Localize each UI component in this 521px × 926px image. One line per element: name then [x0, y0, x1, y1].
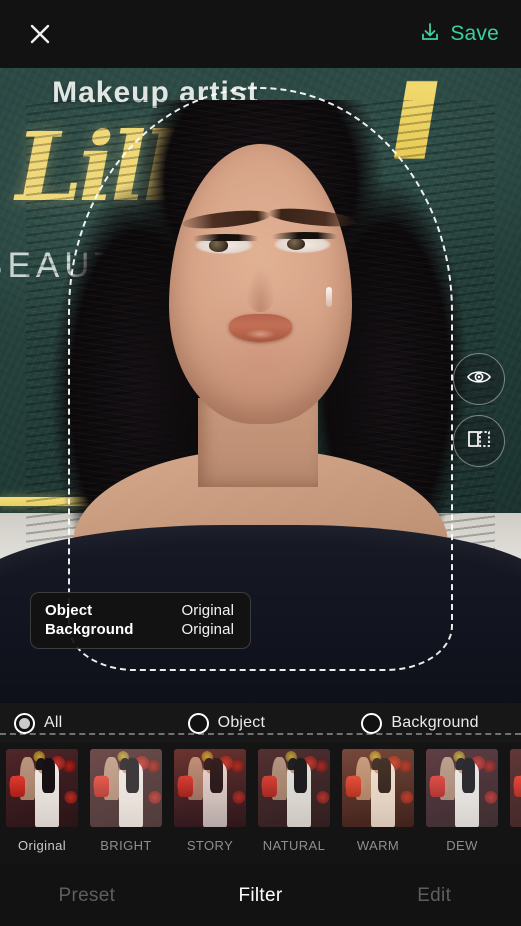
- filter-thumbnail[interactable]: [6, 749, 78, 827]
- info-value-object: Original: [181, 602, 235, 619]
- tab-preset[interactable]: Preset: [0, 885, 174, 907]
- subject-earring: [325, 287, 332, 308]
- photo-canvas[interactable]: Makeup artist Lilly BEAUTY: [0, 68, 521, 703]
- photo-filter-editor: Save Makeup artist Lilly BEAUTY: [0, 0, 521, 926]
- filter-thumbnail[interactable]: [510, 749, 521, 827]
- info-key-object: Object: [45, 602, 93, 619]
- filter-thumbnail[interactable]: [174, 749, 246, 827]
- subject-eyelash-right: [271, 232, 338, 240]
- filter-item-original[interactable]: Original: [0, 749, 84, 853]
- filter-label: Original: [18, 838, 66, 853]
- tab-filter[interactable]: Filter: [174, 885, 348, 907]
- filter-thumbnail[interactable]: [426, 749, 498, 827]
- save-label: Save: [450, 22, 499, 45]
- scope-option-all[interactable]: All: [0, 712, 174, 734]
- filter-thumbnail[interactable]: [342, 749, 414, 827]
- filter-label: WARM: [356, 838, 400, 853]
- filter-thumbnail[interactable]: [90, 749, 162, 827]
- save-button[interactable]: Save: [417, 17, 501, 52]
- filter-label: STORY: [186, 838, 234, 853]
- subject-iris-left: [209, 239, 229, 252]
- filter-item-natural[interactable]: NATURAL: [252, 749, 336, 853]
- filter-label: NATURAL: [262, 838, 326, 853]
- filter-thumbnail-strip[interactable]: Original BRIGHT STORY NATURAL WARM DEW: [0, 743, 521, 865]
- scope-option-background[interactable]: Background: [347, 712, 521, 734]
- top-bar: Save: [0, 0, 521, 68]
- preview-eye-button[interactable]: [453, 353, 505, 405]
- subject-lips: [229, 313, 292, 342]
- split-compare-icon: [466, 428, 492, 455]
- scope-selector-row: All Object Background: [0, 703, 521, 743]
- radio-background[interactable]: [361, 712, 383, 734]
- filter-label: BRIGHT: [100, 838, 152, 853]
- filter-item-next-partial[interactable]: [504, 749, 521, 838]
- filter-item-warm[interactable]: WARM: [336, 749, 420, 853]
- download-icon: [419, 21, 441, 48]
- filter-thumbnail[interactable]: [258, 749, 330, 827]
- layer-info-panel: Object Original Background Original: [30, 592, 252, 649]
- close-icon: [27, 21, 53, 47]
- subject-eyelash-left: [192, 233, 258, 241]
- scope-label-background: Background: [391, 714, 479, 731]
- compare-split-button[interactable]: [453, 415, 505, 467]
- scope-label-object: Object: [217, 714, 266, 731]
- filter-item-story[interactable]: STORY: [168, 749, 252, 853]
- tab-edit[interactable]: Edit: [347, 885, 521, 907]
- bottom-tab-bar: Preset Filter Edit: [0, 865, 521, 926]
- filter-item-dew[interactable]: DEW: [420, 749, 504, 853]
- radio-all[interactable]: [14, 712, 35, 734]
- canvas-tool-column: [453, 353, 505, 467]
- scope-label-all: All: [44, 714, 63, 731]
- eye-icon: [466, 368, 492, 391]
- filter-item-bright[interactable]: BRIGHT: [84, 749, 168, 853]
- info-value-background: Original: [181, 621, 235, 638]
- scope-option-object[interactable]: Object: [174, 712, 348, 734]
- filter-label: DEW: [446, 838, 478, 853]
- radio-object[interactable]: [187, 712, 209, 734]
- info-key-background: Background: [45, 621, 134, 638]
- subject-nose: [245, 268, 275, 313]
- close-button[interactable]: [20, 14, 60, 54]
